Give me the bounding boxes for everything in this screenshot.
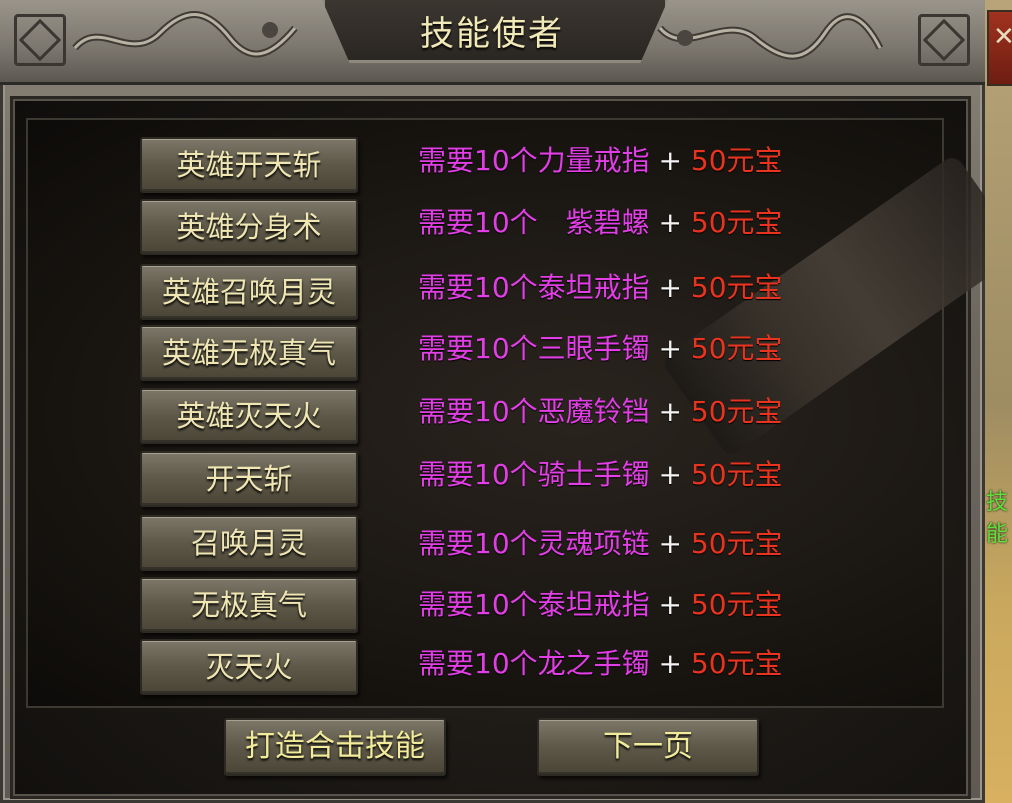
skill-requirement: 需要10个恶魔铃铛 + 50元宝	[418, 390, 783, 430]
requirement-text: 需要10个 紫碧螺	[418, 206, 650, 239]
requirement-text: 需要10个骑士手镯	[418, 458, 650, 491]
cost-text: 50元宝	[690, 647, 783, 680]
skill-button[interactable]: 英雄开天斩	[140, 137, 358, 193]
plus-sign: +	[658, 271, 683, 304]
game-view-strip	[985, 0, 1012, 803]
forge-combo-skill-button[interactable]: 打造合击技能	[224, 718, 446, 776]
skill-requirement: 需要10个三眼手镯 + 50元宝	[418, 327, 783, 367]
knot-ornament-left	[14, 14, 66, 66]
skill-requirement: 需要10个力量戒指 + 50元宝	[418, 139, 783, 179]
requirement-text: 需要10个泰坦戒指	[418, 588, 650, 621]
cost-text: 50元宝	[690, 588, 783, 621]
skill-button[interactable]: 英雄分身术	[140, 199, 358, 255]
plus-sign: +	[658, 527, 683, 560]
plus-sign: +	[658, 332, 683, 365]
plus-sign: +	[658, 395, 683, 428]
requirement-text: 需要10个三眼手镯	[418, 332, 650, 365]
skill-requirement: 需要10个泰坦戒指 + 50元宝	[418, 583, 783, 623]
next-page-button[interactable]: 下一页	[537, 718, 759, 776]
skill-button[interactable]: 开天斩	[140, 451, 358, 507]
cost-text: 50元宝	[690, 395, 783, 428]
skill-button[interactable]: 灭天火	[140, 639, 358, 695]
cost-text: 50元宝	[690, 271, 783, 304]
close-icon: ✕	[993, 22, 1012, 52]
requirement-text: 需要10个泰坦戒指	[418, 271, 650, 304]
cost-text: 50元宝	[690, 332, 783, 365]
skill-button[interactable]: 英雄灭天火	[140, 388, 358, 444]
skill-requirement: 需要10个骑士手镯 + 50元宝	[418, 453, 783, 493]
skill-requirement: 需要10个灵魂项链 + 50元宝	[418, 522, 783, 562]
plus-sign: +	[658, 144, 683, 177]
requirement-text: 需要10个恶魔铃铛	[418, 395, 650, 428]
cost-text: 50元宝	[690, 144, 783, 177]
side-label: 技能	[986, 490, 1009, 547]
skill-button[interactable]: 英雄召唤月灵	[140, 264, 358, 320]
dragon-ornament-right	[657, 13, 884, 60]
skill-requirement: 需要10个 紫碧螺 + 50元宝	[418, 201, 783, 241]
plus-sign: +	[658, 588, 683, 621]
window-title: 技能使者	[420, 14, 564, 54]
requirement-text: 需要10个力量戒指	[418, 144, 650, 177]
skill-requirement: 需要10个泰坦戒指 + 50元宝	[418, 266, 783, 306]
knot-ornament-right	[918, 14, 970, 66]
cost-text: 50元宝	[690, 527, 783, 560]
cost-text: 50元宝	[690, 458, 783, 491]
requirement-text: 需要10个龙之手镯	[418, 647, 650, 680]
requirement-text: 需要10个灵魂项链	[418, 527, 650, 560]
plus-sign: +	[658, 458, 683, 491]
plus-sign: +	[658, 647, 683, 680]
dragon-ornament-left	[72, 11, 298, 58]
skill-requirement: 需要10个龙之手镯 + 50元宝	[418, 642, 783, 682]
skill-button[interactable]: 无极真气	[140, 577, 358, 633]
skill-button[interactable]: 召唤月灵	[140, 515, 358, 571]
skill-button[interactable]: 英雄无极真气	[140, 325, 358, 381]
cost-text: 50元宝	[690, 206, 783, 239]
plus-sign: +	[658, 206, 683, 239]
